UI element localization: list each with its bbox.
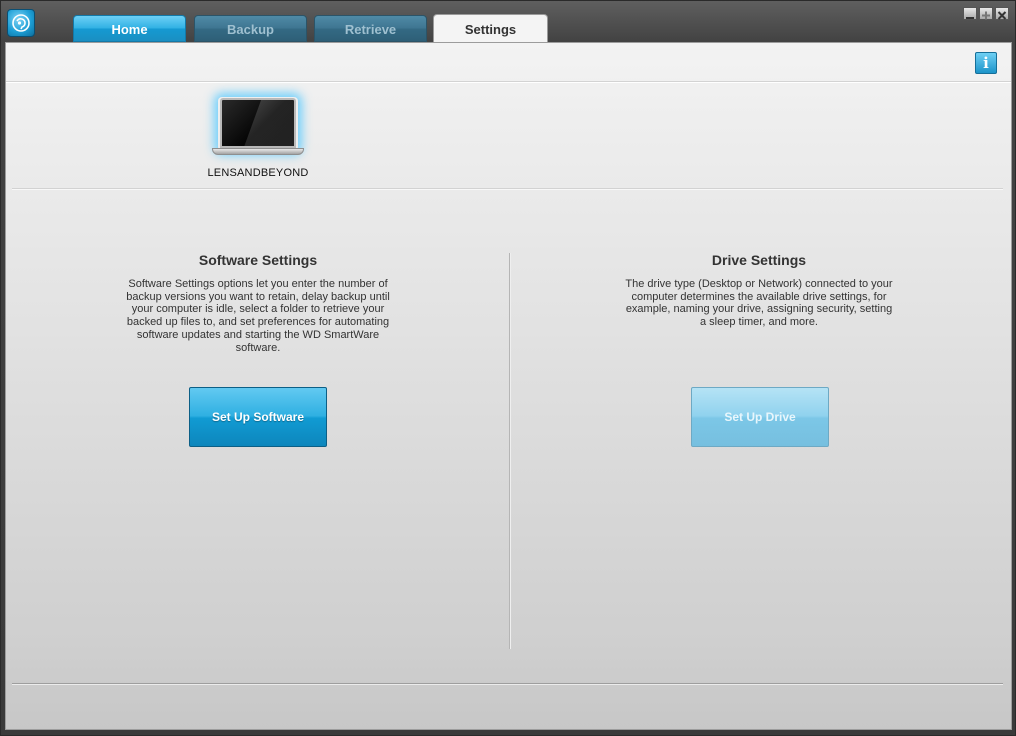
tab-backup[interactable]: Backup: [194, 15, 307, 42]
drive-settings-section: Drive Settings The drive type (Desktop o…: [619, 252, 899, 329]
maximize-icon[interactable]: [979, 7, 993, 20]
device-name-label: LENSANDBEYOND: [207, 167, 309, 179]
tab-retrieve[interactable]: Retrieve: [314, 15, 427, 42]
laptop-screen: [220, 98, 296, 148]
window-controls: [963, 7, 1009, 20]
app-window: Home Backup Retrieve Settings i LENSANDB…: [0, 0, 1016, 736]
laptop-icon[interactable]: [210, 95, 306, 161]
software-settings-section: Software Settings Software Settings opti…: [118, 252, 398, 354]
set-up-drive-button[interactable]: Set Up Drive: [691, 387, 829, 447]
software-settings-description: Software Settings options let you enter …: [126, 278, 390, 354]
set-up-software-button[interactable]: Set Up Software: [189, 387, 327, 447]
tab-home[interactable]: Home: [73, 15, 186, 42]
drive-settings-title: Drive Settings: [711, 252, 807, 268]
software-settings-title: Software Settings: [198, 252, 318, 268]
device-divider: [12, 188, 1003, 190]
settings-panel: i LENSANDBEYOND Software Settings Softwa…: [5, 42, 1012, 730]
computer-device[interactable]: LENSANDBEYOND: [203, 95, 313, 179]
laptop-base: [212, 148, 304, 155]
tab-settings[interactable]: Settings: [433, 14, 548, 44]
section-divider: [509, 253, 511, 649]
info-icon[interactable]: i: [975, 52, 997, 74]
minimize-icon[interactable]: [963, 7, 977, 20]
footer-divider: [12, 683, 1003, 685]
drive-settings-description: The drive type (Desktop or Network) conn…: [625, 278, 893, 329]
close-icon[interactable]: [995, 7, 1009, 20]
wd-smartware-app-icon[interactable]: [7, 9, 35, 37]
toolbar-divider: [6, 81, 1011, 83]
